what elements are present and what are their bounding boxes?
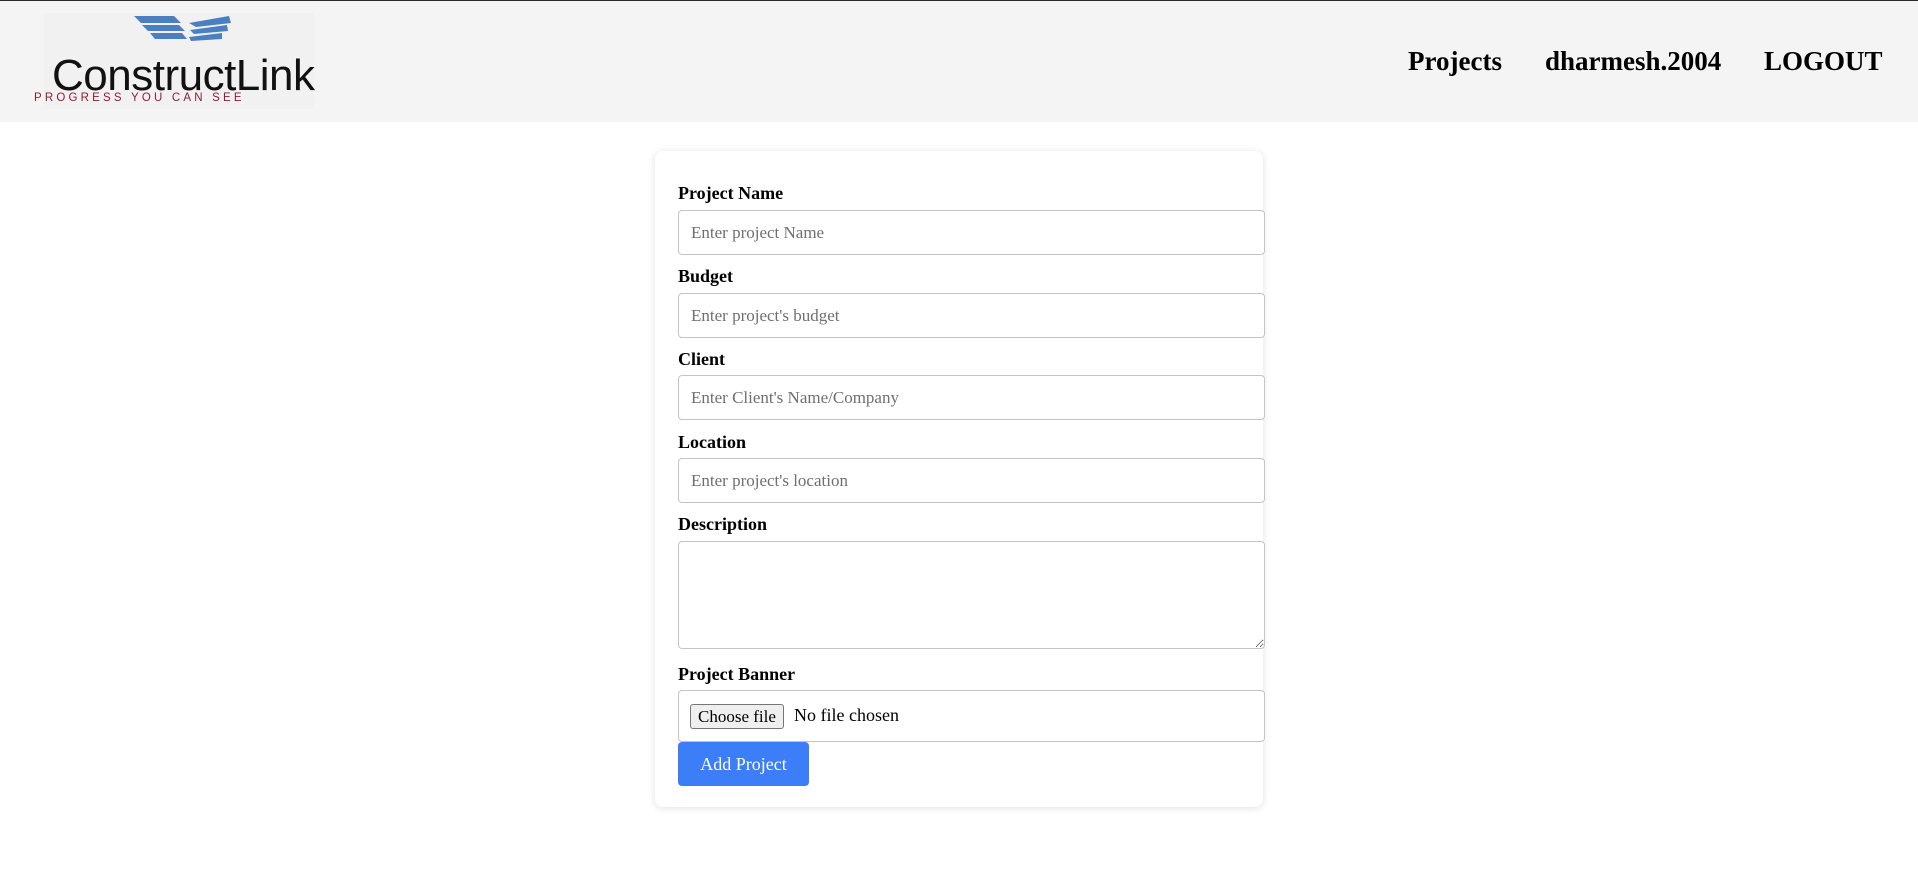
project-banner-file-input[interactable]: Choose file No file chosen (678, 690, 1265, 742)
choose-file-button[interactable]: Choose file (690, 704, 784, 729)
project-banner-label: Project Banner (678, 664, 796, 684)
client-input[interactable] (678, 375, 1265, 420)
nav-projects-link[interactable]: Projects (1408, 46, 1502, 77)
wings-icon (134, 16, 231, 41)
file-status-text: No file chosen (794, 705, 899, 725)
project-name-input[interactable] (678, 210, 1265, 255)
location-input[interactable] (678, 458, 1265, 503)
project-name-label: Project Name (678, 183, 784, 203)
nav-username-link[interactable]: dharmesh.2004 (1545, 46, 1721, 77)
site-header: ConstructLink PROGRESS YOU CAN SEE Proje… (0, 1, 1918, 122)
logo-tagline: PROGRESS YOU CAN SEE (34, 92, 245, 104)
client-label: Client (678, 349, 725, 369)
budget-input[interactable] (678, 293, 1265, 338)
nav-logout-link[interactable]: LOGOUT (1764, 46, 1883, 77)
budget-label: Budget (678, 266, 734, 286)
description-textarea[interactable] (678, 541, 1265, 649)
location-label: Location (678, 432, 747, 452)
add-project-button[interactable]: Add Project (678, 742, 809, 786)
description-label: Description (678, 514, 767, 534)
